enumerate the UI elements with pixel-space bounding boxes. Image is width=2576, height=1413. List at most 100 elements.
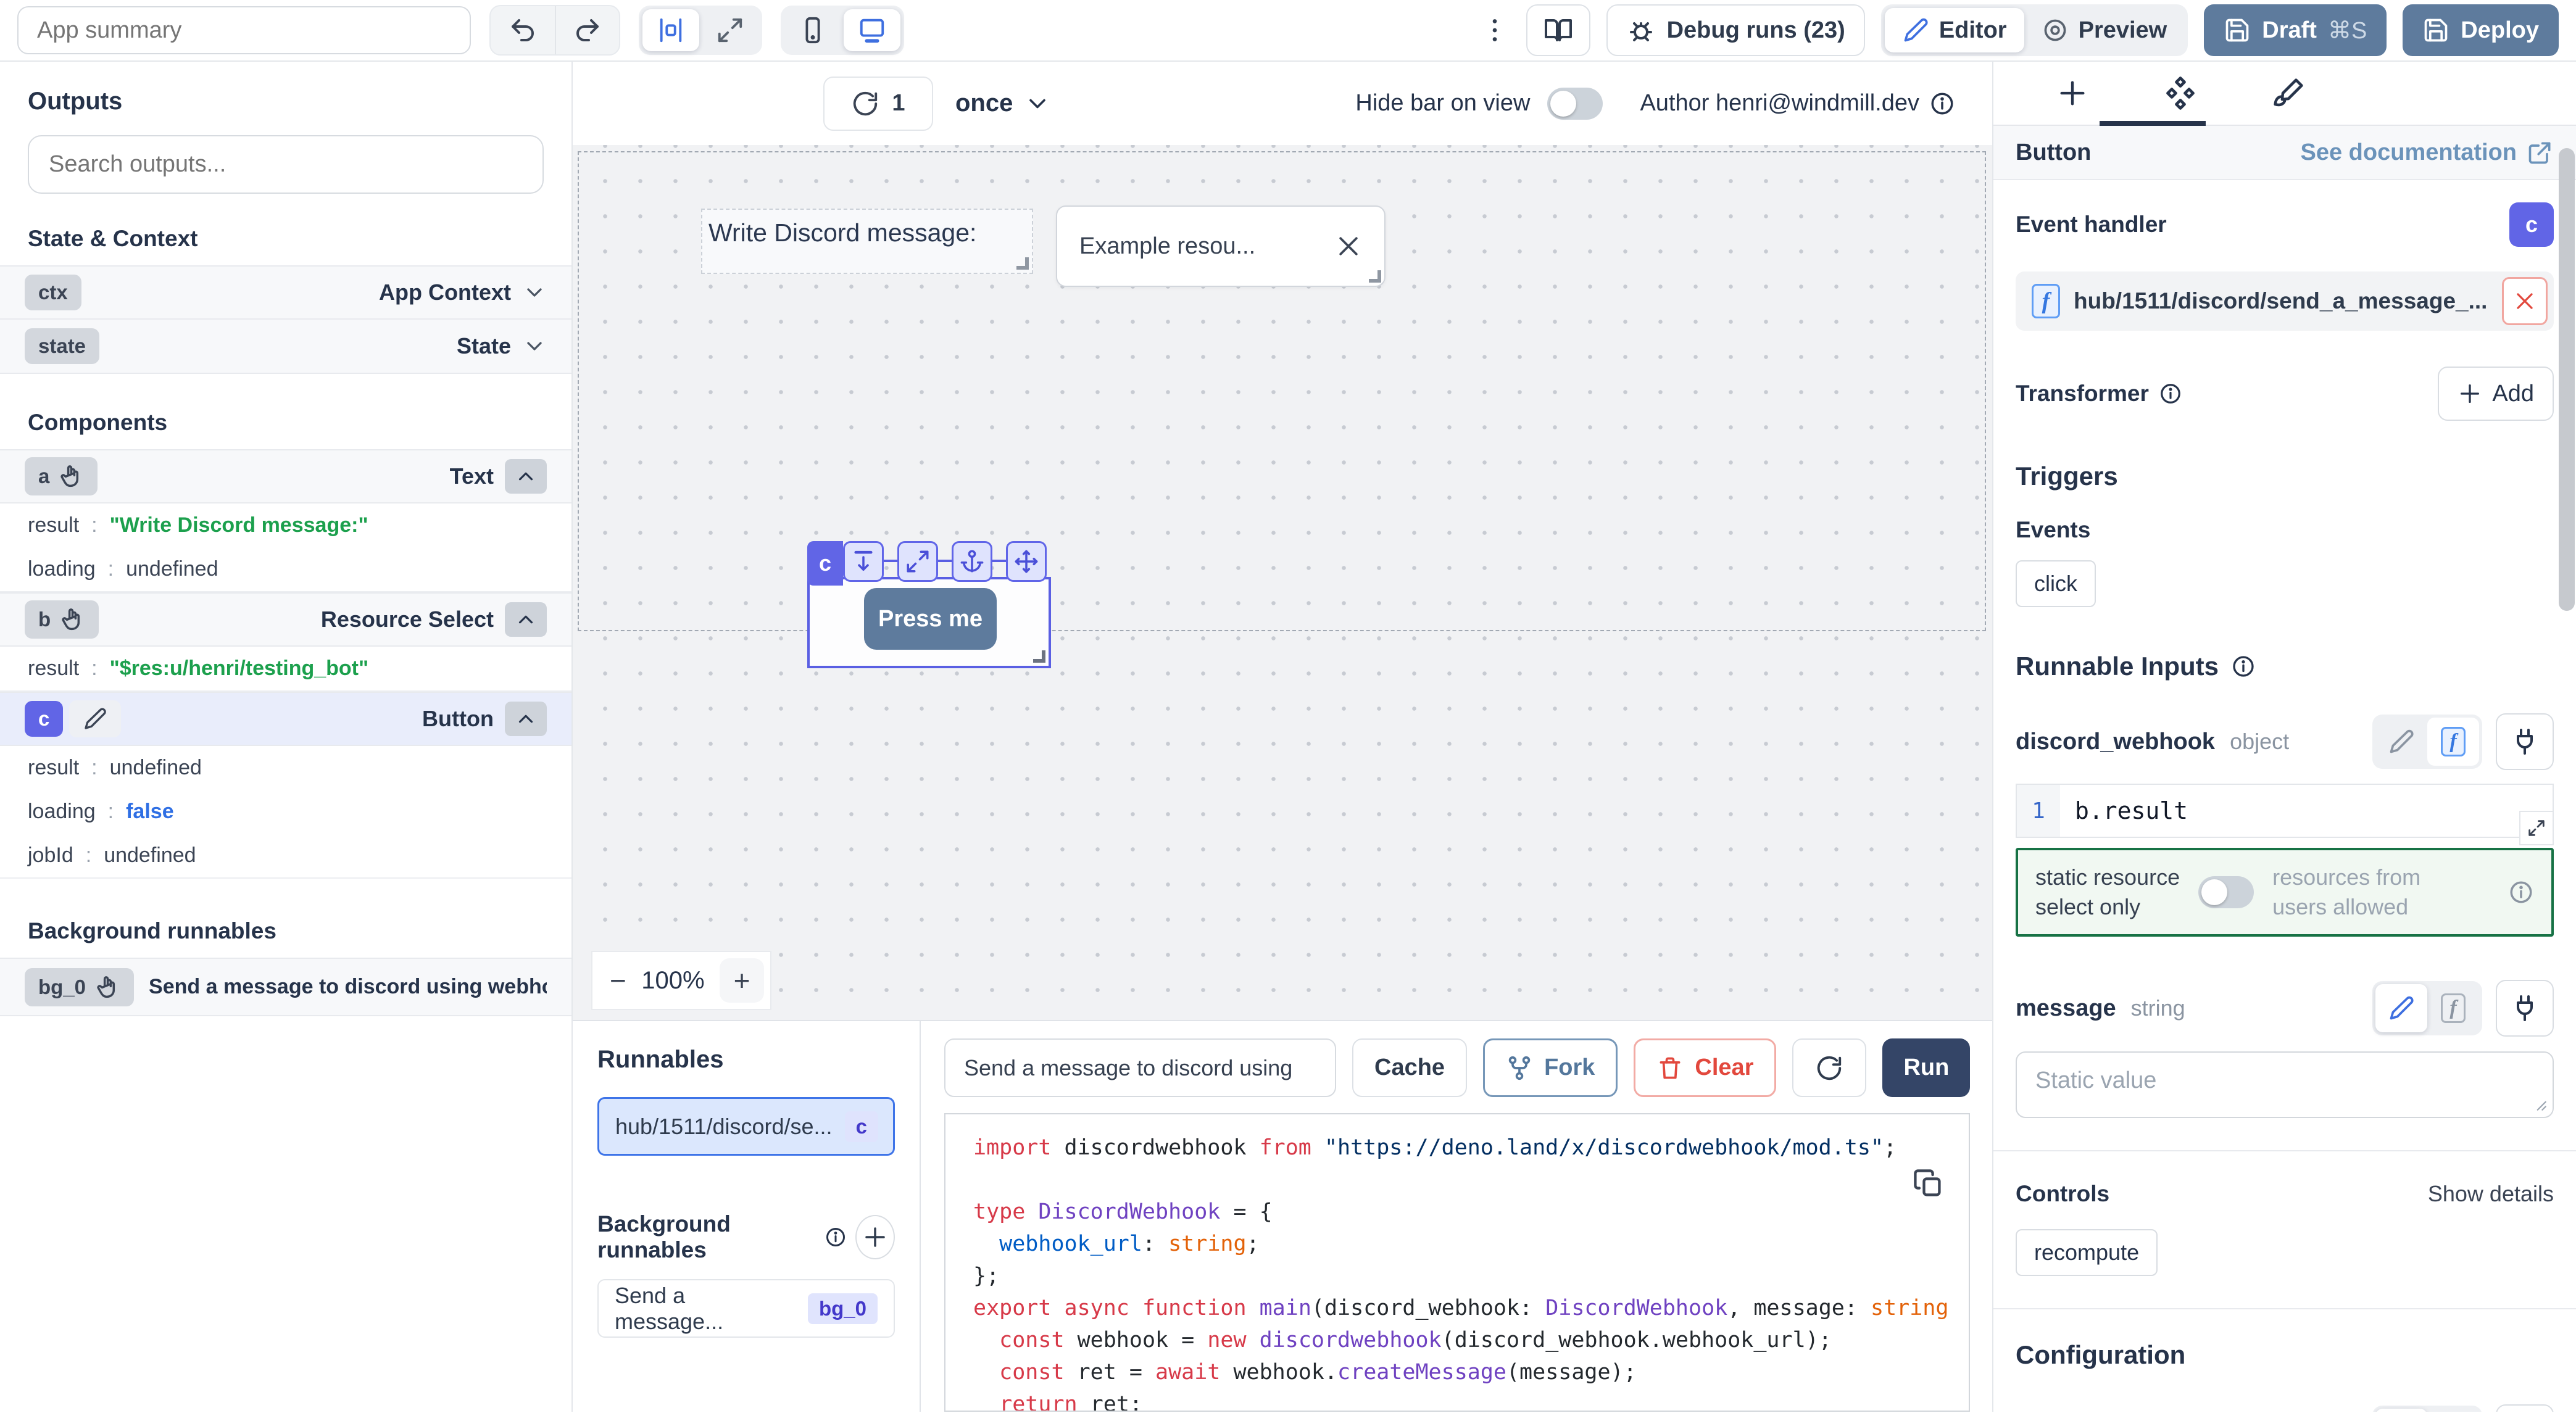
resize-handle[interactable] [1369, 270, 1381, 283]
add-transformer-button[interactable]: Add [2438, 367, 2554, 421]
component-c-header[interactable]: c Button [0, 692, 571, 746]
reload-script-button[interactable] [1792, 1038, 1866, 1097]
docs-button[interactable] [1526, 4, 1590, 56]
scrollbar-thumb[interactable] [2559, 148, 2575, 611]
mobile-view-button[interactable] [784, 9, 841, 51]
copy-code-icon[interactable] [1912, 1167, 1944, 1200]
draft-button[interactable]: Draft ⌘S [2204, 4, 2387, 56]
collapse-button[interactable] [505, 459, 547, 494]
input-mode-toggle: f [2372, 981, 2482, 1035]
script-name-input[interactable] [944, 1038, 1336, 1097]
zoom-in-button[interactable]: + [720, 958, 764, 1003]
app-summary-input[interactable] [17, 6, 471, 54]
author-label: Author henri@windmill.dev [1640, 90, 1919, 117]
anchor-component-button[interactable] [952, 541, 992, 582]
runnable-item-selected[interactable]: hub/1511/discord/se... c [597, 1097, 895, 1156]
background-runnable-row[interactable]: bg_0 Send a message to discord using web… [0, 958, 571, 1016]
text-component[interactable]: Write Discord message: [701, 209, 1033, 274]
component-b-header[interactable]: b Resource Select [0, 592, 571, 647]
button-component-selection[interactable]: c Press me [807, 577, 1051, 668]
runnables-list: Runnables hub/1511/discord/se... c Backg… [573, 1021, 921, 1412]
zoom-bar: − 100% + [591, 951, 771, 1010]
deploy-button[interactable]: Deploy [2403, 4, 2559, 56]
debug-runs-button[interactable]: Debug runs (23) [1606, 4, 1865, 56]
chevron-down-icon[interactable] [522, 334, 547, 358]
resize-grip-icon[interactable] [2532, 1096, 2548, 1112]
static-mode-button[interactable] [2375, 984, 2427, 1032]
recompute-chip[interactable]: recompute [2016, 1229, 2158, 1276]
code-editor[interactable]: import discordwebhook from "https://deno… [944, 1113, 1970, 1412]
fullwidth-layout-button[interactable] [702, 9, 758, 51]
runnable-badge: c [845, 1111, 878, 1142]
output-row[interactable]: loading:false [0, 790, 571, 834]
ctx-row[interactable]: ctx App Context [0, 265, 571, 320]
top-bar: Debug runs (23) Editor Preview Draft ⌘S … [0, 0, 2576, 62]
collapse-button[interactable] [505, 602, 547, 637]
eval-mode-button[interactable]: f [2427, 1409, 2479, 1412]
component-a-header[interactable]: a Text [0, 449, 571, 503]
resource-select-component[interactable]: Example resou... [1056, 205, 1386, 287]
fork-icon [1506, 1055, 1533, 1082]
connect-input-button[interactable] [2496, 980, 2554, 1037]
tab-styling[interactable] [2234, 62, 2342, 125]
tab-preview[interactable]: Preview [2024, 8, 2185, 52]
tab-component-settings[interactable] [2126, 62, 2234, 125]
redo-button[interactable] [555, 6, 619, 54]
refresh-mode-dropdown[interactable]: once [955, 89, 1051, 117]
input-mode-toggle: f [2372, 1406, 2482, 1412]
resize-handle[interactable] [1016, 257, 1029, 270]
collapse-button[interactable] [505, 702, 547, 736]
connect-input-button[interactable] [2496, 1404, 2554, 1412]
output-row[interactable]: loading:undefined [0, 547, 571, 591]
plus-icon [2458, 381, 2482, 406]
state-label: State [457, 333, 511, 359]
resource-mode-toggle[interactable] [2198, 876, 2254, 908]
resize-handle[interactable] [1033, 650, 1045, 663]
center-layout-button[interactable] [642, 9, 699, 51]
clear-button[interactable]: Clear [1634, 1038, 1776, 1097]
expand-editor-button[interactable] [2519, 811, 2554, 845]
eval-mode-button[interactable]: f [2427, 718, 2479, 766]
run-label: Run [1903, 1055, 1949, 1081]
tab-insert[interactable] [2018, 62, 2126, 125]
button-component[interactable]: Press me [864, 588, 997, 650]
move-component-button[interactable] [1006, 541, 1047, 582]
refresh-count-button[interactable]: 1 [823, 77, 933, 131]
zoom-out-button[interactable]: − [610, 964, 626, 997]
more-menu-icon[interactable] [1479, 9, 1510, 52]
event-handler-item[interactable]: f hub/1511/discord/send_a_message_... [2016, 271, 2554, 331]
run-button[interactable]: Run [1882, 1038, 1970, 1097]
chevron-down-icon[interactable] [522, 280, 547, 305]
expression-editor[interactable]: 1 b.result [2016, 784, 2554, 838]
hide-bar-toggle[interactable] [1547, 88, 1603, 120]
tab-editor[interactable]: Editor [1885, 8, 2024, 52]
desktop-view-button[interactable] [844, 9, 900, 51]
state-row[interactable]: state State [0, 320, 571, 374]
output-row[interactable]: result:undefined [0, 746, 571, 790]
edit-id-button[interactable] [69, 700, 121, 737]
runnable-item-bg[interactable]: Send a message... bg_0 [597, 1279, 895, 1338]
search-outputs-input[interactable] [28, 135, 544, 194]
expand-down-button[interactable] [843, 541, 884, 582]
message-static-input[interactable]: Static value [2016, 1051, 2554, 1118]
fullscreen-component-button[interactable] [897, 541, 938, 582]
static-mode-button[interactable] [2375, 718, 2427, 766]
clear-selection-icon[interactable] [1335, 233, 1362, 260]
static-resource-label-1: static resource [2035, 864, 2180, 890]
see-documentation-link[interactable]: See documentation [2301, 139, 2554, 166]
add-background-runnable-button[interactable] [855, 1215, 895, 1259]
app-canvas[interactable]: Write Discord message: Example resou... … [573, 145, 1992, 1020]
fork-button[interactable]: Fork [1483, 1038, 1618, 1097]
show-details-link[interactable]: Show details [2428, 1181, 2554, 1207]
output-row[interactable]: result:"$res:u/henri/testing_bot" [0, 647, 571, 690]
output-row[interactable]: jobId:undefined [0, 834, 571, 877]
remove-handler-button[interactable] [2502, 277, 2548, 325]
undo-button[interactable] [491, 6, 555, 54]
static-mode-button[interactable] [2375, 1409, 2427, 1412]
event-click-chip[interactable]: click [2016, 560, 2096, 607]
divider [1993, 1150, 2576, 1151]
eval-mode-button[interactable]: f [2427, 984, 2479, 1032]
output-row[interactable]: result:"Write Discord message:" [0, 503, 571, 547]
cache-button[interactable]: Cache [1352, 1038, 1467, 1097]
connect-input-button[interactable] [2496, 713, 2554, 770]
